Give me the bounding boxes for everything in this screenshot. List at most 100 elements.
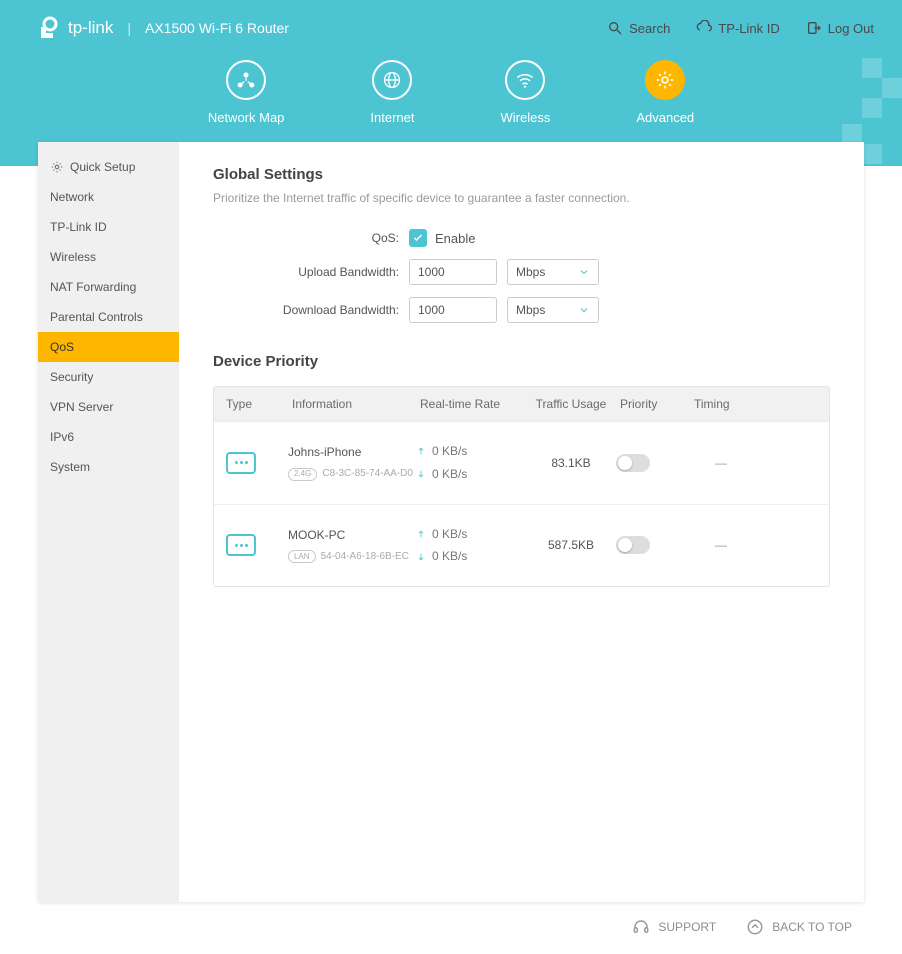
- logout-link[interactable]: Log Out: [806, 20, 874, 36]
- headset-icon: [632, 918, 650, 936]
- logout-label: Log Out: [828, 21, 874, 36]
- tab-label: Wireless: [501, 110, 551, 125]
- enable-label: Enable: [435, 231, 475, 246]
- tab-advanced[interactable]: Advanced: [636, 60, 694, 125]
- download-bw-input[interactable]: [409, 297, 497, 323]
- down-rate: 0 KB/s: [432, 545, 467, 568]
- tplink-logo-icon: [36, 16, 60, 40]
- tab-label: Network Map: [208, 110, 285, 125]
- search-link[interactable]: Search: [607, 20, 670, 36]
- global-settings-title: Global Settings: [213, 166, 830, 183]
- cloud-download-icon: [696, 20, 712, 36]
- tab-label: Internet: [370, 110, 414, 125]
- logout-icon: [806, 20, 822, 36]
- search-label: Search: [629, 21, 670, 36]
- globe-icon: [382, 70, 402, 90]
- search-icon: [607, 20, 623, 36]
- sidebar-item-quick-setup[interactable]: Quick Setup: [38, 152, 179, 182]
- arrow-up-circle-icon: [746, 918, 764, 936]
- sidebar-item-tplink-id[interactable]: TP-Link ID: [38, 212, 179, 242]
- arrow-down-icon: [416, 552, 426, 562]
- sidebar-item-wireless[interactable]: Wireless: [38, 242, 179, 272]
- gear-icon: [50, 160, 64, 174]
- qos-enable-checkbox[interactable]: [409, 229, 427, 247]
- arrow-down-icon: [416, 469, 426, 479]
- priority-toggle[interactable]: [616, 536, 650, 554]
- connection-badge: LAN: [288, 550, 316, 563]
- sidebar-item-ipv6[interactable]: IPv6: [38, 422, 179, 452]
- upload-bw-label: Upload Bandwidth:: [213, 265, 409, 279]
- global-settings-desc: Prioritize the Internet traffic of speci…: [213, 191, 830, 205]
- sidebar-label: VPN Server: [50, 400, 113, 414]
- priority-cell: [616, 536, 690, 554]
- sidebar-item-vpn-server[interactable]: VPN Server: [38, 392, 179, 422]
- timing-cell: —: [690, 456, 752, 470]
- qos-label: QoS:: [213, 231, 409, 245]
- sidebar-label: Wireless: [50, 250, 96, 264]
- sidebar-label: IPv6: [50, 430, 74, 444]
- download-bw-label: Download Bandwidth:: [213, 303, 409, 317]
- brand-text: tp-link: [68, 18, 113, 38]
- back-to-top-link[interactable]: BACK TO TOP: [746, 918, 852, 936]
- col-usage: Traffic Usage: [526, 397, 616, 411]
- sidebar-item-nat-forwarding[interactable]: NAT Forwarding: [38, 272, 179, 302]
- sidebar-item-system[interactable]: System: [38, 452, 179, 482]
- usage-cell: 587.5KB: [526, 538, 616, 552]
- tplink-id-link[interactable]: TP-Link ID: [696, 20, 779, 36]
- upload-unit-select[interactable]: Mbps: [507, 259, 599, 285]
- col-info: Information: [288, 397, 416, 411]
- table-row: Johns-iPhone 2.4G C8-3C-85-74-AA-D0 0 KB…: [214, 421, 829, 504]
- gear-icon: [655, 70, 675, 90]
- upload-bw-input[interactable]: [409, 259, 497, 285]
- sidebar-label: Security: [50, 370, 93, 384]
- sidebar-label: Quick Setup: [70, 160, 135, 174]
- arrow-up-icon: [416, 529, 426, 539]
- network-map-icon: [236, 70, 256, 90]
- upload-unit-value: Mbps: [516, 265, 545, 279]
- rate-cell: 0 KB/s 0 KB/s: [416, 523, 526, 569]
- sidebar-label: QoS: [50, 340, 74, 354]
- timing-cell: —: [690, 538, 752, 552]
- support-link[interactable]: SUPPORT: [632, 918, 716, 936]
- priority-toggle[interactable]: [616, 454, 650, 472]
- sidebar-label: Network: [50, 190, 94, 204]
- main-content: Global Settings Prioritize the Internet …: [179, 142, 864, 902]
- tab-network-map[interactable]: Network Map: [208, 60, 285, 125]
- check-icon: [412, 232, 424, 244]
- sidebar: Quick Setup Network TP-Link ID Wireless …: [38, 142, 179, 902]
- support-label: SUPPORT: [658, 920, 716, 934]
- download-unit-select[interactable]: Mbps: [507, 297, 599, 323]
- back-to-top-label: BACK TO TOP: [772, 920, 852, 934]
- device-type-icon: [226, 534, 256, 556]
- usage-cell: 83.1KB: [526, 456, 616, 470]
- sidebar-label: NAT Forwarding: [50, 280, 136, 294]
- device-info-cell: Johns-iPhone 2.4G C8-3C-85-74-AA-D0: [288, 443, 416, 482]
- page-footer: SUPPORT BACK TO TOP: [38, 910, 864, 954]
- device-priority-table: Type Information Real-time Rate Traffic …: [213, 386, 830, 587]
- tab-label: Advanced: [636, 110, 694, 125]
- tab-internet[interactable]: Internet: [370, 60, 414, 125]
- table-header: Type Information Real-time Rate Traffic …: [214, 387, 829, 421]
- table-row: MOOK-PC LAN 54-04-A6-18-6B-EC 0 KB/s 0 K…: [214, 504, 829, 587]
- tplink-id-label: TP-Link ID: [718, 21, 779, 36]
- device-mac: C8-3C-85-74-AA-D0: [322, 466, 413, 482]
- connection-badge: 2.4G: [288, 468, 317, 481]
- wifi-icon: [515, 70, 535, 90]
- download-unit-value: Mbps: [516, 303, 545, 317]
- sidebar-item-parental-controls[interactable]: Parental Controls: [38, 302, 179, 332]
- brand-logo: tp-link: [36, 16, 113, 40]
- rate-cell: 0 KB/s 0 KB/s: [416, 440, 526, 486]
- sidebar-item-security[interactable]: Security: [38, 362, 179, 392]
- product-name: AX1500 Wi-Fi 6 Router: [145, 20, 289, 36]
- tab-wireless[interactable]: Wireless: [501, 60, 551, 125]
- sidebar-item-network[interactable]: Network: [38, 182, 179, 212]
- sidebar-item-qos[interactable]: QoS: [38, 332, 179, 362]
- down-rate: 0 KB/s: [432, 463, 467, 486]
- chevron-down-icon: [578, 304, 590, 316]
- device-name: Johns-iPhone: [288, 443, 416, 462]
- up-rate: 0 KB/s: [432, 523, 467, 546]
- device-type-icon: [226, 452, 256, 474]
- main-tabs: Network Map Internet Wireless Advanced: [0, 60, 902, 125]
- device-name: MOOK-PC: [288, 526, 416, 545]
- sidebar-label: TP-Link ID: [50, 220, 107, 234]
